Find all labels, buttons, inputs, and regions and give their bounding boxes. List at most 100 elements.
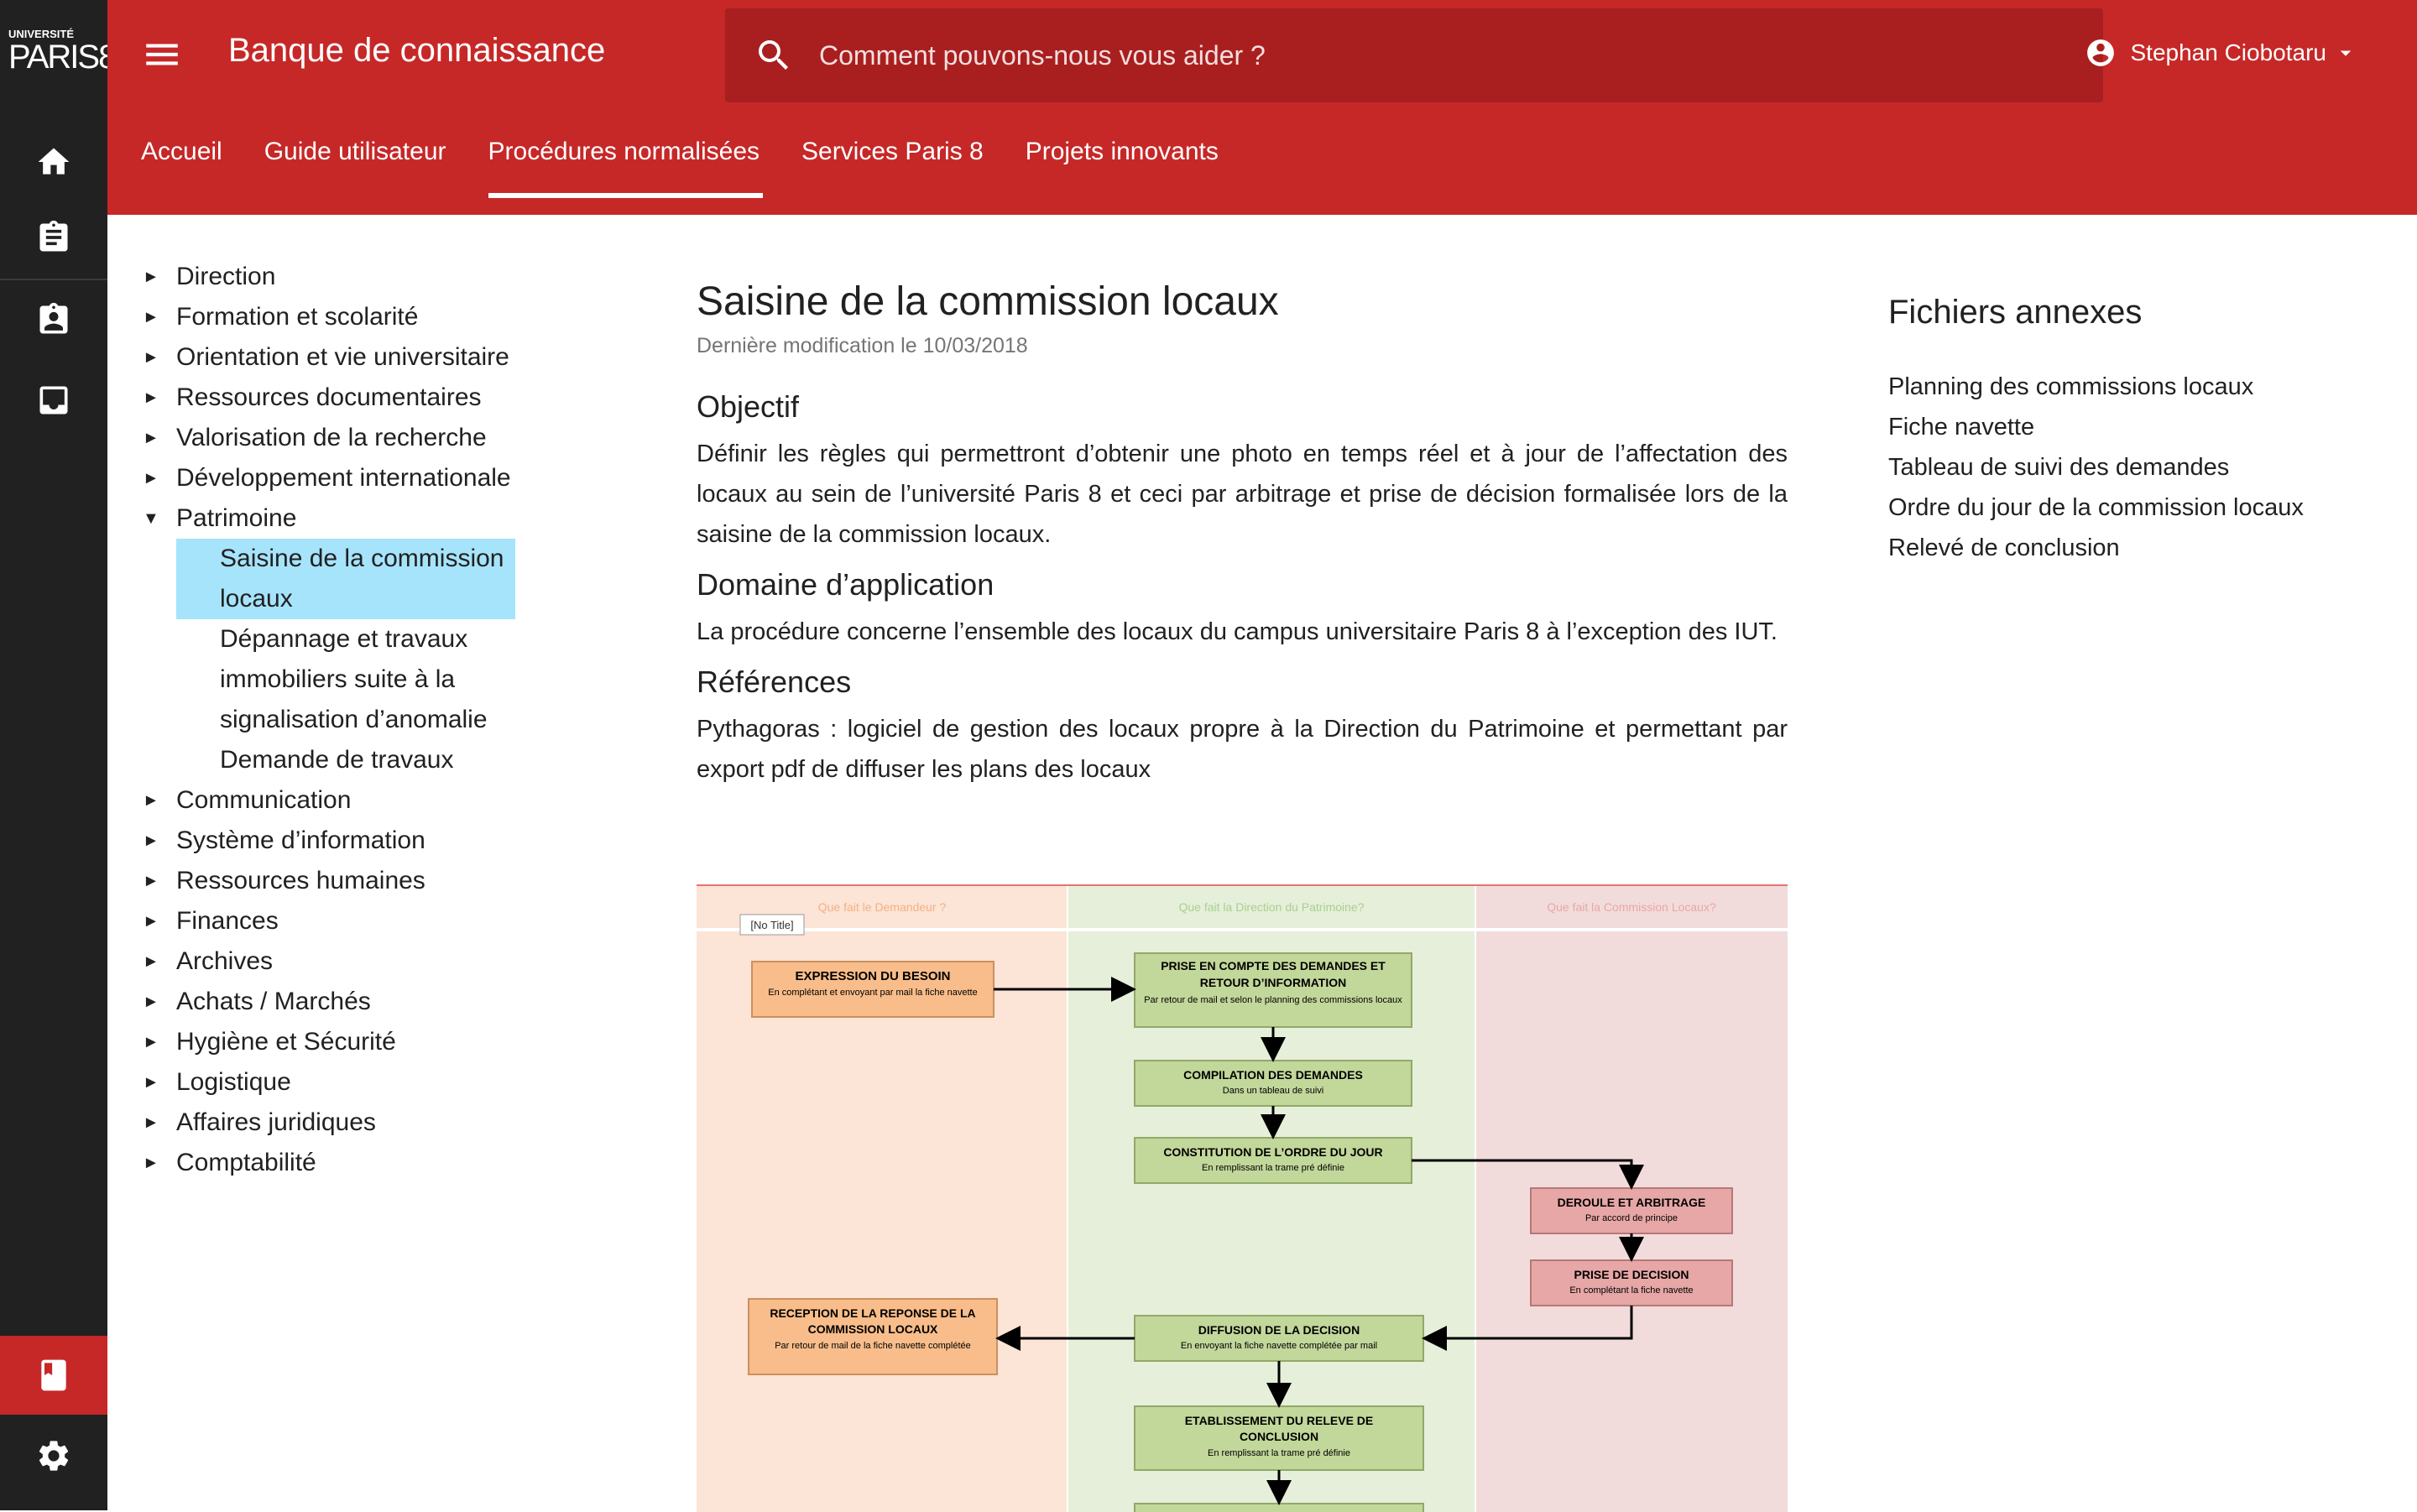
search-bar[interactable] xyxy=(725,8,2103,102)
user-menu[interactable]: Stephan Ciobotaru xyxy=(2085,37,2358,69)
tree-item-label: Système d’information xyxy=(176,826,425,854)
flow-box-reception-reponse[interactable]: RECEPTION DE LA REPONSE DE LA COMMISSION… xyxy=(748,1298,998,1375)
annex-link-ordre-du-jour[interactable]: Ordre du jour de la commission locaux xyxy=(1888,487,2325,528)
tree-item-label: Finances xyxy=(176,907,279,935)
svg-text:Par accord de principe: Par accord de principe xyxy=(1585,1213,1678,1223)
tree-item-label: Logistique xyxy=(176,1068,291,1096)
annex-link-planning[interactable]: Planning des commissions locaux xyxy=(1888,367,2325,407)
section-heading-domaine: Domaine d’application xyxy=(697,567,994,602)
tree-item-valorisation[interactable]: ► Valorisation de la recherche xyxy=(143,418,546,458)
gear-icon xyxy=(39,1441,69,1471)
tree-item-achats[interactable]: ► Achats / Marchés xyxy=(143,982,546,1022)
tree-item-ressources-documentaires[interactable]: ► Ressources documentaires xyxy=(143,378,546,418)
svg-text:En complétant et envoyant par: En complétant et envoyant par mail la fi… xyxy=(768,988,977,998)
flow-box-title-cont: COMMISSION LOCAUX xyxy=(808,1322,938,1336)
tree-item-archives[interactable]: ► Archives xyxy=(143,941,546,982)
article: Saisine de la commission locaux Dernière… xyxy=(697,277,1788,790)
flow-box-ordre-du-jour[interactable]: CONSTITUTION DE L’ORDRE DU JOUR En rempl… xyxy=(1134,1137,1412,1184)
patrimoine-children: Saisine de la commission locaux Dépannag… xyxy=(176,539,546,780)
flow-box-title: PRISE EN COMPTE DES DEMANDES ET xyxy=(1161,959,1386,972)
university-logo[interactable]: UNIVERSITÉ PARIS8 xyxy=(8,29,117,79)
section-text-domaine: La procédure concerne l’ensemble des loc… xyxy=(697,618,1778,645)
home-button[interactable] xyxy=(0,123,107,201)
tree-child-depannage[interactable]: Dépannage et travaux immobiliers suite à… xyxy=(176,619,515,740)
tree-item-ressources-humaines[interactable]: ► Ressources humaines xyxy=(143,861,546,901)
flow-box-diffusion-decision[interactable]: DIFFUSION DE LA DECISION En envoyant la … xyxy=(1134,1315,1424,1362)
tree-item-affaires-juridiques[interactable]: ► Affaires juridiques xyxy=(143,1103,546,1143)
tree-child-demande-travaux[interactable]: Demande de travaux xyxy=(176,740,546,780)
flow-box-prise-en-compte[interactable]: PRISE EN COMPTE DES DEMANDES ET RETOUR D… xyxy=(1134,952,1412,1028)
assignment-person-icon xyxy=(39,302,68,334)
collapse-arrow-icon: ▼ xyxy=(143,509,159,528)
tree-item-label: Direction xyxy=(176,263,276,290)
search-icon[interactable] xyxy=(754,35,794,76)
tree-item-logistique[interactable]: ► Logistique xyxy=(143,1062,546,1103)
tree-item-systeme-information[interactable]: ► Système d’information xyxy=(143,821,546,861)
flow-box-prise-decision[interactable]: PRISE DE DECISION En complétant la fiche… xyxy=(1530,1259,1733,1306)
annex-link-tableau-suivi[interactable]: Tableau de suivi des demandes xyxy=(1888,447,2325,487)
tree-item-orientation[interactable]: ► Orientation et vie universitaire xyxy=(143,337,546,378)
svg-text:EXPRESSION DU BESOIN: EXPRESSION DU BESOIN xyxy=(795,969,950,983)
last-modified: Dernière modification le 10/03/2018 xyxy=(697,334,1028,357)
flow-box-expression-besoin[interactable]: EXPRESSION DU BESOIN En complétant et en… xyxy=(751,961,994,1018)
tree-child-saisine[interactable]: Saisine de la commission locaux xyxy=(176,539,515,619)
home-icon xyxy=(38,148,70,175)
procedure-flowchart: Que fait le Demandeur ? Que fait la Dire… xyxy=(697,884,1788,1512)
tree-item-formation[interactable]: ► Formation et scolarité xyxy=(143,297,546,337)
annex-link-fiche-navette[interactable]: Fiche navette xyxy=(1888,407,2325,447)
expand-arrow-icon: ► xyxy=(143,1073,159,1092)
tree-item-finances[interactable]: ► Finances xyxy=(143,901,546,941)
menu-button[interactable] xyxy=(141,34,183,76)
annex-panel: Fichiers annexes Planning des commission… xyxy=(1888,294,2325,568)
tree-item-comptabilite[interactable]: ► Comptabilité xyxy=(143,1143,546,1183)
tree-item-hygiene[interactable]: ► Hygiène et Sécurité xyxy=(143,1022,546,1062)
flow-box-deroule-arbitrage[interactable]: DEROULE ET ARBITRAGE Par accord de princ… xyxy=(1530,1187,1733,1234)
tree-item-label: Comptabilité xyxy=(176,1149,316,1176)
hamburger-menu-icon xyxy=(146,44,178,65)
tab-accueil[interactable]: Accueil xyxy=(141,138,222,198)
book-icon xyxy=(41,1359,66,1391)
tree-item-label: Communication xyxy=(176,786,352,814)
tab-projets-innovants[interactable]: Projets innovants xyxy=(1026,138,1219,198)
annex-link-releve-conclusion[interactable]: Relevé de conclusion xyxy=(1888,528,2325,568)
tree-item-patrimoine[interactable]: ▼ Patrimoine xyxy=(143,498,546,539)
tree-item-label: Achats / Marchés xyxy=(176,988,371,1015)
flow-box-compilation[interactable]: COMPILATION DES DEMANDES Dans un tableau… xyxy=(1134,1060,1412,1107)
tab-procedures-normalisees[interactable]: Procédures normalisées xyxy=(488,138,764,198)
clipboard-icon xyxy=(39,220,68,252)
expand-arrow-icon: ► xyxy=(143,1113,159,1132)
app-title: Banque de connaissance xyxy=(228,32,606,69)
tree-item-developpement[interactable]: ► Développement internationale xyxy=(143,458,546,498)
account-circle-icon xyxy=(2087,39,2115,66)
flow-box-partial xyxy=(1134,1503,1424,1512)
expand-arrow-icon: ► xyxy=(143,993,159,1011)
tab-guide-utilisateur[interactable]: Guide utilisateur xyxy=(264,138,446,198)
expand-arrow-icon: ► xyxy=(143,429,159,447)
knowledge-base-button[interactable] xyxy=(0,1336,107,1415)
assignment-ind-button[interactable] xyxy=(0,280,107,359)
expand-arrow-icon: ► xyxy=(143,308,159,326)
top-app-bar: Banque de connaissance Stephan Ciobotaru… xyxy=(107,0,2417,215)
tab-services-paris-8[interactable]: Services Paris 8 xyxy=(801,138,984,198)
tree-item-label: Hygiène et Sécurité xyxy=(176,1028,396,1056)
expand-arrow-icon: ► xyxy=(143,268,159,286)
tree-item-label: Ressources humaines xyxy=(176,867,425,894)
expand-arrow-icon: ► xyxy=(143,388,159,407)
tree-item-direction[interactable]: ► Direction xyxy=(143,257,546,297)
tree-item-communication[interactable]: ► Communication xyxy=(143,780,546,821)
logo-main-text: PARIS8 xyxy=(8,39,117,76)
clipboard-button[interactable] xyxy=(0,198,107,277)
tree-item-label: Archives xyxy=(176,947,274,975)
lane-header-patrimoine: Que fait la Direction du Patrimoine? xyxy=(1179,900,1365,914)
lane-header-commission: Que fait la Commission Locaux? xyxy=(1547,900,1716,914)
svg-text:COMPILATION DES DEMANDES: COMPILATION DES DEMANDES xyxy=(1183,1068,1363,1082)
user-name: Stephan Ciobotaru xyxy=(2130,39,2326,65)
flow-box-title: RECEPTION DE LA REPONSE DE LA xyxy=(770,1306,975,1320)
inbox-button[interactable] xyxy=(0,361,107,440)
svg-text:PRISE DE DECISION: PRISE DE DECISION xyxy=(1574,1268,1689,1281)
tree-item-label: Affaires juridiques xyxy=(176,1108,376,1136)
flow-box-releve-conclusion[interactable]: ETABLISSEMENT DU RELEVE DE CONCLUSION En… xyxy=(1134,1405,1424,1471)
search-input[interactable] xyxy=(817,39,1996,72)
svg-text:DEROULE ET ARBITRAGE: DEROULE ET ARBITRAGE xyxy=(1558,1196,1706,1209)
settings-button[interactable] xyxy=(0,1416,107,1495)
